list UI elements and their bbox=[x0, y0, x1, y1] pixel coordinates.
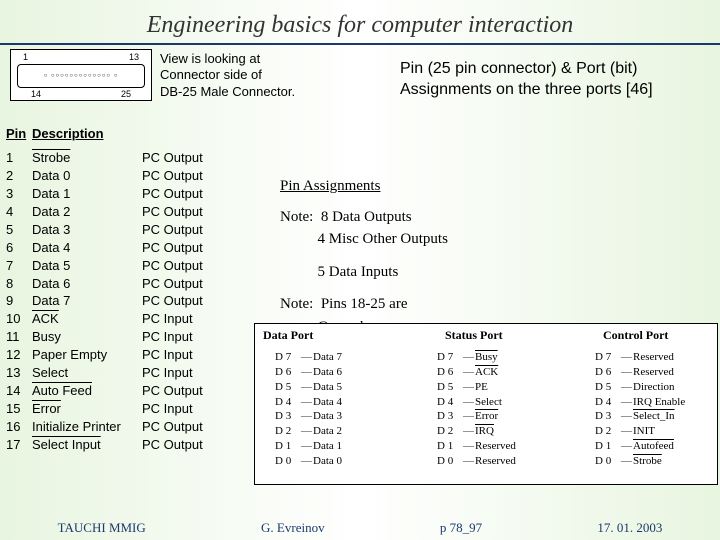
port-bit-row: D 3—Select_In bbox=[595, 409, 685, 424]
port-bit-row: D 6—ACK bbox=[437, 365, 516, 380]
pin-label-14: 14 bbox=[31, 89, 41, 99]
pin-row: 17Select InputPC Output bbox=[6, 436, 222, 454]
pin-row: 9Data 7PC Output bbox=[6, 292, 222, 310]
port-bit-row: D 4—Select bbox=[437, 395, 516, 410]
footer-page: p 78_97 bbox=[440, 520, 482, 536]
port-bit-row: D 0—Data 0 bbox=[275, 454, 342, 469]
port-bit-row: D 5—Direction bbox=[595, 380, 685, 395]
port-bit-row: D 7—Data 7 bbox=[275, 350, 342, 365]
view-note: View is looking at Connector side of DB-… bbox=[160, 51, 295, 100]
footer-date: 17. 01. 2003 bbox=[597, 520, 662, 536]
footer-source: TAUCHI MMIG bbox=[58, 520, 146, 536]
footer: TAUCHI MMIG G. Evreinov p 78_97 17. 01. … bbox=[0, 520, 720, 536]
pin-row: 6Data 4PC Output bbox=[6, 239, 222, 257]
pin-label-1: 1 bbox=[23, 52, 28, 62]
pin-row: 15ErrorPC Input bbox=[6, 400, 222, 418]
port-bit-row: D 3—Data 3 bbox=[275, 409, 342, 424]
db25-connector-diagram: 1 13 ○ ○○○○○○○○○○○○○ ○ 14 25 bbox=[10, 49, 152, 101]
control-port-col: D 7—ReservedD 6—ReservedD 5—DirectionD 4… bbox=[595, 350, 685, 469]
subtitle: Pin (25 pin connector) & Port (bit) Assi… bbox=[400, 59, 653, 101]
pin-label-25: 25 bbox=[121, 89, 131, 99]
assign-title: Pin Assignments bbox=[280, 175, 448, 198]
port-bit-row: D 1—Autofeed bbox=[595, 439, 685, 454]
control-port-header: Control Port bbox=[603, 328, 668, 343]
footer-author: G. Evreinov bbox=[261, 520, 325, 536]
status-port-col: D 7—BusyD 6—ACKD 5—PED 4—SelectD 3—Error… bbox=[437, 350, 516, 469]
port-bit-row: D 4—IRQ Enable bbox=[595, 395, 685, 410]
pin-table-header-pin: Pin bbox=[6, 125, 32, 143]
pin-row: 4Data 2PC Output bbox=[6, 203, 222, 221]
port-bit-row: D 6—Reserved bbox=[595, 365, 685, 380]
pin-row: 5Data 3PC Output bbox=[6, 221, 222, 239]
port-bit-row: D 3—Error bbox=[437, 409, 516, 424]
port-bit-row: D 1—Reserved bbox=[437, 439, 516, 454]
port-bit-row: D 5—PE bbox=[437, 380, 516, 395]
status-port-header: Status Port bbox=[445, 328, 503, 343]
ports-panel: Data Port Status Port Control Port D 7—D… bbox=[254, 323, 718, 485]
pin-row: 12Paper EmptyPC Input bbox=[6, 346, 222, 364]
pin-assignments-notes: Pin Assignments Note: 8 Data Outputs 4 M… bbox=[280, 175, 448, 338]
port-bit-row: D 1—Data 1 bbox=[275, 439, 342, 454]
data-port-header: Data Port bbox=[263, 328, 313, 343]
assign-n1: Note: 8 Data Outputs bbox=[280, 206, 448, 229]
pin-table-header-desc: Description bbox=[32, 125, 142, 143]
port-bit-row: D 0—Reserved bbox=[437, 454, 516, 469]
connector-outline: ○ ○○○○○○○○○○○○○ ○ bbox=[17, 64, 145, 88]
data-port-col: D 7—Data 7D 6—Data 6D 5—Data 5D 4—Data 4… bbox=[275, 350, 342, 469]
pin-row: 2Data 0PC Output bbox=[6, 167, 222, 185]
pin-row: 13SelectPC Input bbox=[6, 364, 222, 382]
port-bit-row: D 2—INIT bbox=[595, 424, 685, 439]
port-bit-row: D 5—Data 5 bbox=[275, 380, 342, 395]
pin-row: 11BusyPC Input bbox=[6, 328, 222, 346]
assign-n3: 5 Data Inputs bbox=[280, 261, 448, 284]
pin-row: 8Data 6PC Output bbox=[6, 275, 222, 293]
port-bit-row: D 7—Busy bbox=[437, 350, 516, 365]
port-bit-row: D 2—Data 2 bbox=[275, 424, 342, 439]
assign-n4: Note: Pins 18-25 are bbox=[280, 293, 448, 316]
content-area: 1 13 ○ ○○○○○○○○○○○○○ ○ 14 25 View is loo… bbox=[0, 45, 720, 515]
port-bit-row: D 2—IRQ bbox=[437, 424, 516, 439]
pin-row: 10ACKPC Input bbox=[6, 310, 222, 328]
pin-row: 1StrobePC Output bbox=[6, 149, 222, 167]
pin-description-table: Pin Description 1StrobePC Output2Data 0P… bbox=[6, 125, 222, 454]
port-bit-row: D 0—Strobe bbox=[595, 454, 685, 469]
pin-label-13: 13 bbox=[129, 52, 139, 62]
port-bit-row: D 6—Data 6 bbox=[275, 365, 342, 380]
assign-n2: 4 Misc Other Outputs bbox=[280, 228, 448, 251]
port-bit-row: D 4—Data 4 bbox=[275, 395, 342, 410]
pin-row: 16Initialize PrinterPC Output bbox=[6, 418, 222, 436]
pin-row: 14Auto FeedPC Output bbox=[6, 382, 222, 400]
pin-row: 3Data 1PC Output bbox=[6, 185, 222, 203]
pin-row: 7Data 5PC Output bbox=[6, 257, 222, 275]
port-bit-row: D 7—Reserved bbox=[595, 350, 685, 365]
slide-title: Engineering basics for computer interact… bbox=[0, 0, 720, 45]
